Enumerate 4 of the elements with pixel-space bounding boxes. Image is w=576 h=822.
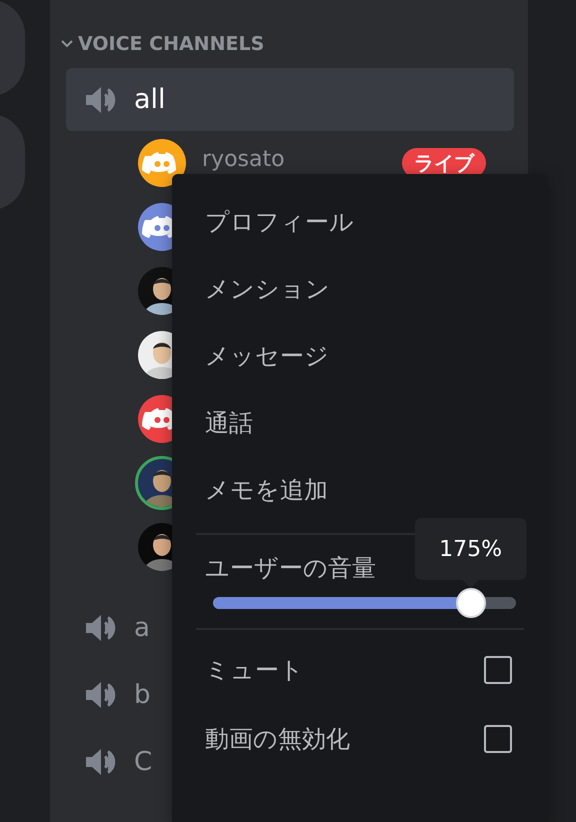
volume-label: ユーザーの音量 xyxy=(205,553,376,583)
volume-tooltip: 175% xyxy=(414,518,527,588)
toggle-label: 動画の無効化 xyxy=(205,724,350,754)
toggle-label: ミュート xyxy=(205,654,304,686)
